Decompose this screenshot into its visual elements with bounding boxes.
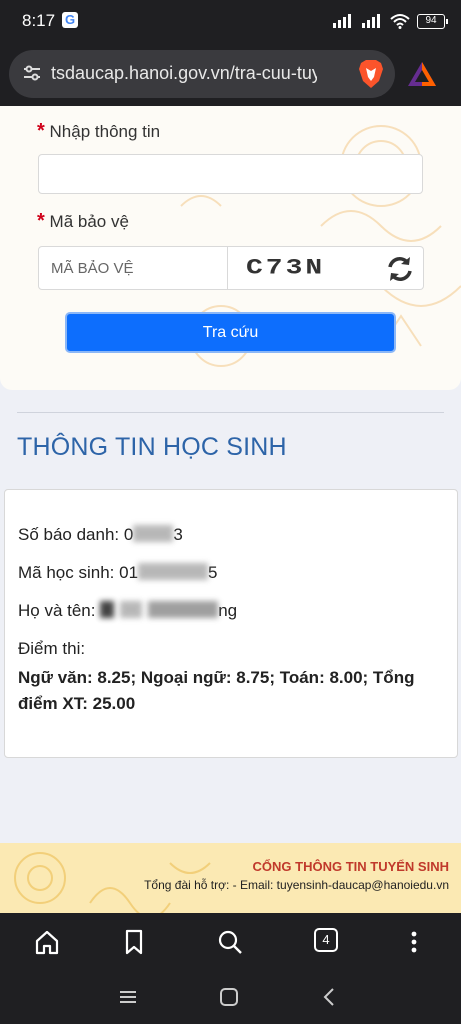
student-code-start: 01 bbox=[119, 563, 139, 582]
recent-apps-icon[interactable] bbox=[116, 985, 140, 1009]
browser-toolbar: 4 bbox=[0, 913, 461, 971]
sbd-value-start: 0 bbox=[123, 525, 134, 544]
battery-icon: 94 bbox=[417, 13, 448, 29]
back-icon[interactable] bbox=[318, 985, 342, 1009]
name-row: Họ và tên: ng bbox=[18, 601, 237, 621]
student-info-card: Số báo danh: 0 3 Mã học sinh: 01 5 Họ và t… bbox=[4, 489, 458, 758]
more-options-icon[interactable] bbox=[399, 927, 429, 957]
name-end: ng bbox=[218, 601, 238, 620]
name-label: Họ và tên: bbox=[18, 601, 101, 620]
status-time: 8:17 bbox=[22, 11, 56, 30]
sbd-value-end: 3 bbox=[173, 525, 183, 544]
footer-support: Tổng đài hỗ trợ: - Email: tuyensinh-dauc… bbox=[144, 878, 449, 892]
sbd-label: Số báo danh: bbox=[18, 525, 124, 544]
search-icon[interactable] bbox=[215, 927, 245, 957]
footer-title: CỔNG THÔNG TIN TUYỂN SINH bbox=[252, 859, 449, 874]
tabs-button[interactable]: 4 bbox=[314, 928, 338, 952]
status-icons: 94 bbox=[332, 12, 448, 30]
url-text[interactable]: tsdaucap.hanoi.gov.vn/tra-cuu-tuyen bbox=[51, 63, 317, 84]
sbd-row: Số báo danh: 0 3 bbox=[18, 525, 183, 545]
redacted-block bbox=[100, 601, 115, 618]
search-button[interactable]: Tra cứu bbox=[65, 312, 396, 353]
home-nav-icon[interactable] bbox=[217, 985, 241, 1009]
brave-rewards-icon[interactable] bbox=[407, 60, 437, 88]
home-icon[interactable] bbox=[32, 927, 62, 957]
system-nav-bar bbox=[0, 971, 461, 1024]
status-bar: 8:17 G 94 bbox=[0, 0, 461, 42]
captcha-text: C73N bbox=[246, 256, 326, 281]
search-form: * Nhập thông tin * Mã bảo vệ C73N Tra cứ… bbox=[0, 106, 461, 390]
info-input[interactable] bbox=[38, 154, 423, 194]
section-title: THÔNG TIN HỌC SINH bbox=[17, 433, 287, 461]
cellular-signal-2-icon bbox=[362, 14, 380, 28]
required-mark: * bbox=[37, 120, 45, 142]
info-label: * Nhập thông tin bbox=[37, 120, 160, 143]
address-bar[interactable]: tsdaucap.hanoi.gov.vn/tra-cuu-tuyen bbox=[9, 50, 395, 98]
browser-address-area: tsdaucap.hanoi.gov.vn/tra-cuu-tuyen bbox=[0, 42, 461, 106]
captcha-image: C73N bbox=[228, 246, 424, 290]
info-label-text: Nhập thông tin bbox=[49, 122, 161, 141]
bookmark-icon[interactable] bbox=[119, 927, 149, 957]
captcha-input[interactable] bbox=[38, 246, 228, 290]
captcha-label-text: Mã bảo vệ bbox=[49, 212, 129, 231]
student-code-label: Mã học sinh: bbox=[18, 563, 120, 582]
redacted-block bbox=[120, 601, 143, 618]
redacted-block bbox=[138, 563, 209, 580]
student-code-row: Mã học sinh: 01 5 bbox=[18, 563, 218, 583]
refresh-icon[interactable] bbox=[386, 255, 414, 283]
required-mark: * bbox=[37, 210, 45, 232]
captcha-label: * Mã bảo vệ bbox=[37, 210, 129, 233]
divider bbox=[17, 412, 444, 413]
wifi-icon bbox=[390, 14, 410, 29]
redacted-block bbox=[148, 601, 219, 618]
cellular-signal-icon bbox=[333, 14, 351, 28]
scores-text: Ngữ văn: 8.25; Ngoại ngữ: 8.75; Toán: 8.… bbox=[18, 668, 415, 713]
redacted-block bbox=[133, 525, 174, 542]
student-code-end: 5 bbox=[208, 563, 218, 582]
score-label: Điểm thi: bbox=[18, 639, 86, 658]
site-settings-icon[interactable] bbox=[23, 64, 41, 82]
google-icon: G bbox=[62, 12, 78, 28]
brave-shields-icon[interactable] bbox=[357, 59, 385, 89]
footer: CỔNG THÔNG TIN TUYỂN SINH Tổng đài hỗ tr… bbox=[0, 843, 461, 913]
